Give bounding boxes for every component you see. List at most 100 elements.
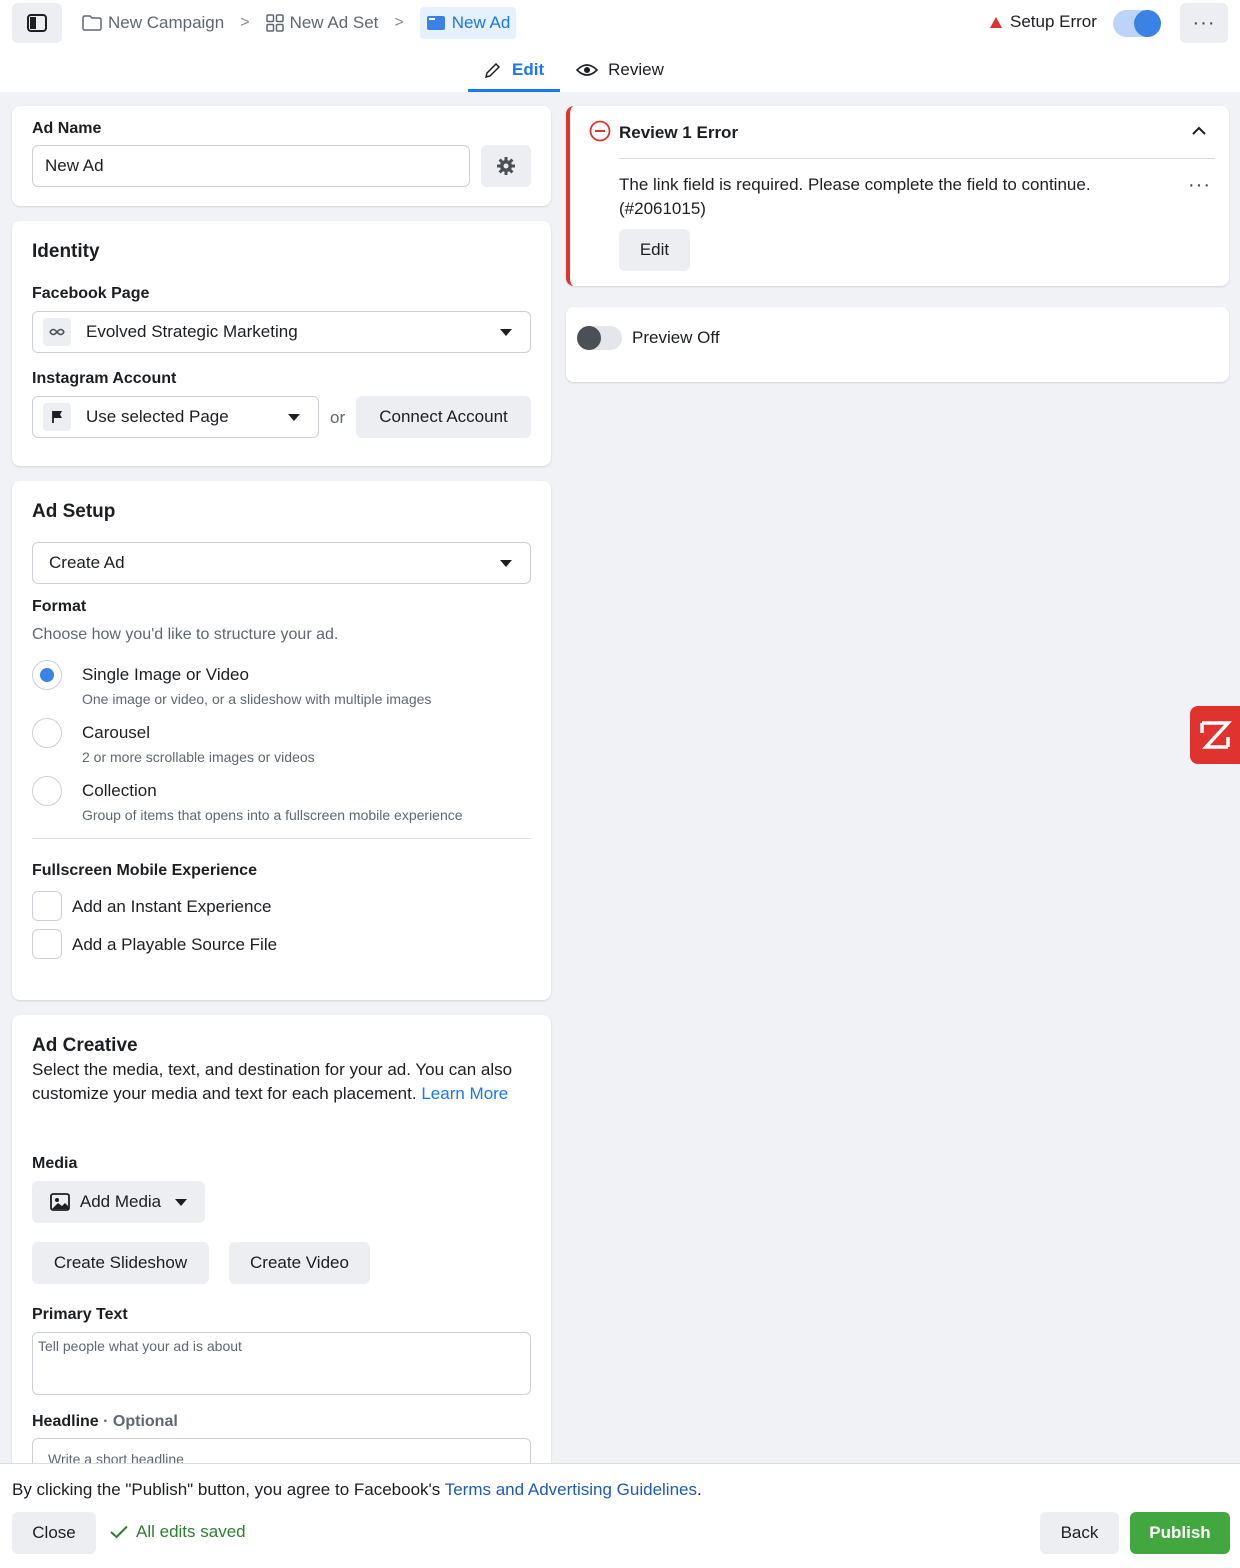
footer-bar: By clicking the "Publish" button, you ag… [0,1463,1240,1568]
headline-optional-text: · Optional [103,1413,178,1430]
breadcrumb-ad[interactable]: New Ad [419,7,517,39]
ad-name-input[interactable]: New Ad [32,145,470,187]
divider [619,158,1215,159]
folder-icon [82,15,102,31]
instagram-account-select[interactable]: Use selected Page [32,396,319,438]
caret-down-icon [500,560,512,567]
setup-error-status[interactable]: Setup Error [990,12,1097,32]
caret-down-icon [500,329,512,336]
connect-account-button[interactable]: Connect Account [356,396,531,438]
page-avatar-icon [43,318,71,346]
toggle-knob [1134,10,1161,37]
create-video-label: Create Video [250,1253,349,1272]
terms-link[interactable]: Terms and Advertising Guidelines [445,1480,697,1499]
format-radio-carousel[interactable] [32,718,62,748]
tab-edit[interactable]: Edit [468,50,561,92]
terms-prefix: By clicking the "Publish" button, you ag… [12,1480,445,1499]
review-error-message: The link field is required. Please compl… [619,173,1139,221]
headline-label: Headline · Optional [32,1413,178,1431]
more-options-button[interactable]: ··· [1180,3,1228,43]
ad-setup-select[interactable]: Create Ad [32,542,531,584]
instant-experience-label: Add an Instant Experience [72,897,272,916]
preview-card: Preview Off [566,307,1229,382]
breadcrumb-adset[interactable]: New Ad Set [265,7,379,39]
flag-icon [43,403,71,431]
z-extension-icon[interactable] [1190,706,1240,764]
ad-creative-description: Select the media, text, and destination … [32,1058,537,1106]
campaign-status-toggle[interactable] [1113,10,1161,37]
format-collection-title: Collection [82,781,157,800]
pencil-icon [484,62,501,78]
ad-setup-heading: Ad Setup [32,501,116,522]
identity-card: Identity Facebook Page Evolved Strategic… [12,221,551,466]
primary-text-input[interactable]: Tell people what your ad is about [32,1332,531,1395]
format-radio-collection[interactable] [32,776,62,806]
ad-setup-card: Ad Setup Create Ad Format Choose how you… [12,481,551,1000]
caret-down-icon [288,414,300,421]
warning-triangle-icon [990,16,1002,28]
checkmark-icon [110,1525,128,1539]
toggle-knob [577,326,601,350]
publish-label: Publish [1149,1523,1211,1542]
chevron-up-icon[interactable] [1192,126,1206,136]
format-single-desc: One image or video, or a slideshow with … [82,691,432,707]
tab-review[interactable]: Review [560,50,680,90]
breadcrumb-adset-label: New Ad Set [289,13,379,32]
instagram-account-label: Instagram Account [32,370,177,387]
learn-more-link[interactable]: Learn More [421,1084,508,1103]
caret-down-icon [175,1198,188,1206]
facebook-page-select[interactable]: Evolved Strategic Marketing [32,311,531,353]
format-radio-single[interactable] [32,660,62,690]
media-label: Media [32,1155,78,1172]
toggle-sidebar-button[interactable] [12,3,62,43]
chevron-right-icon: > [394,14,404,31]
setup-error-label: Setup Error [1010,12,1097,31]
playable-source-checkbox[interactable] [32,929,62,959]
more-icon: ··· [1192,11,1216,34]
format-label: Format [32,598,87,615]
headline-label-text: Headline [32,1413,99,1430]
close-label: Close [32,1523,76,1542]
back-button[interactable]: Back [1040,1512,1119,1554]
top-bar: New Campaign > New Ad Set > New Ad Setup… [0,0,1240,92]
ad-name-card: Ad Name New Ad [12,106,551,206]
create-slideshow-label: Create Slideshow [53,1253,188,1272]
format-carousel-desc: 2 or more scrollable images or videos [82,749,315,765]
ad-name-settings-button[interactable] [481,145,531,187]
playable-source-label: Add a Playable Source File [72,935,278,954]
facebook-page-label: Facebook Page [32,285,150,302]
instant-experience-checkbox[interactable] [32,891,62,921]
preview-toggle[interactable] [577,326,622,350]
tab-review-label: Review [608,60,664,79]
fullscreen-mobile-label: Fullscreen Mobile Experience [32,862,257,879]
review-error-card: Review 1 Error The link field is require… [566,106,1229,286]
format-hint: Choose how you'd like to structure your … [32,626,339,643]
primary-text-label: Primary Text [32,1306,128,1323]
review-error-message-text: The link field is required. Please compl… [619,175,1091,194]
ad-name-label: Ad Name [32,120,102,137]
sidebar-panel-icon [27,14,47,32]
publish-button[interactable]: Publish [1130,1512,1230,1554]
grid-icon [265,14,284,32]
terms-text: By clicking the "Publish" button, you ag… [12,1480,702,1500]
connect-account-label: Connect Account [379,407,508,426]
create-video-button[interactable]: Create Video [229,1242,370,1284]
ad-creative-card: Ad Creative Select the media, text, and … [12,1015,551,1485]
error-more-options-icon[interactable]: ··· [1188,174,1211,197]
create-slideshow-button[interactable]: Create Slideshow [32,1242,209,1284]
review-error-title: Review 1 Error [619,123,739,142]
chevron-right-icon: > [240,14,250,31]
close-button[interactable]: Close [12,1512,96,1554]
review-error-edit-button[interactable]: Edit [619,229,690,271]
eye-icon [576,64,599,76]
tab-bar: Edit Review [468,50,680,92]
primary-text-placeholder: Tell people what your ad is about [38,1338,242,1354]
ad-setup-value: Create Ad [49,553,125,572]
review-error-edit-label: Edit [639,240,670,259]
review-error-code: (#2061015) [619,199,706,218]
or-text: or [330,408,346,427]
add-media-button[interactable]: Add Media [32,1181,205,1223]
divider [32,838,531,839]
breadcrumb-campaign[interactable]: New Campaign [82,7,224,39]
format-collection-desc: Group of items that opens into a fullscr… [82,807,463,823]
